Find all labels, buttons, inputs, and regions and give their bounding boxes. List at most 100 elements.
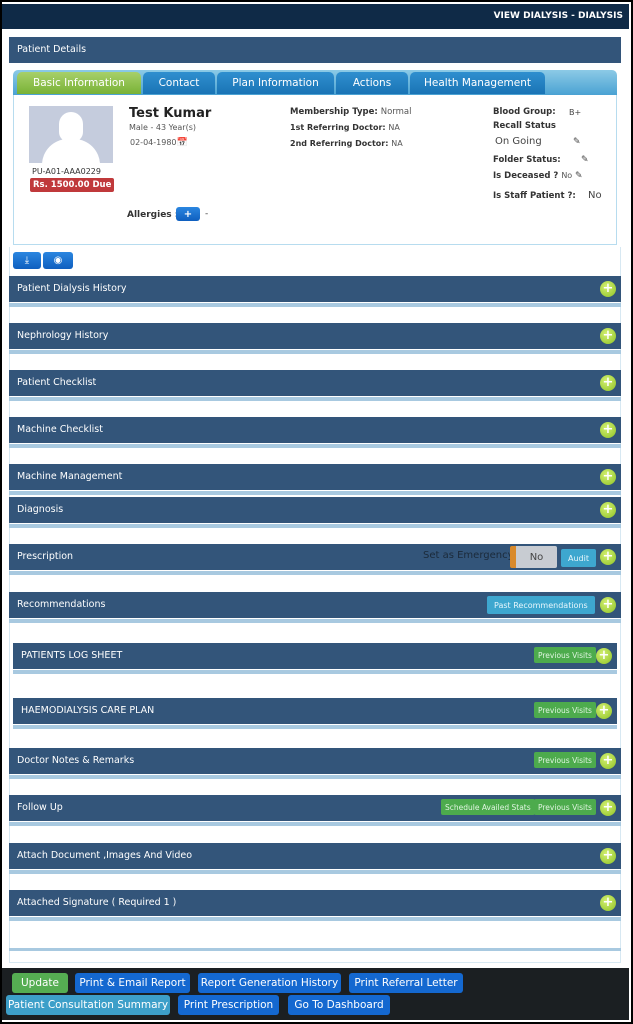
- section-divider: [9, 822, 621, 826]
- expand-plus-icon[interactable]: +: [600, 848, 616, 864]
- expand-plus-icon[interactable]: +: [596, 703, 612, 719]
- previous-visits-button[interactable]: Previous Visits: [534, 799, 596, 815]
- expand-plus-icon[interactable]: +: [600, 375, 616, 391]
- section-patient-checklist[interactable]: Patient Checklist +: [9, 370, 621, 396]
- download-button[interactable]: ⤓: [13, 252, 41, 269]
- patient-avatar: [29, 106, 113, 163]
- tab-health-management[interactable]: Health Management: [410, 72, 545, 94]
- due-badge: Rs. 1500.00 Due: [30, 178, 115, 192]
- print-referral-letter-button[interactable]: Print Referral Letter: [349, 973, 463, 993]
- emergency-toggle[interactable]: No: [510, 546, 557, 568]
- previous-visits-button[interactable]: Previous Visits: [534, 752, 596, 768]
- expand-plus-icon[interactable]: +: [600, 502, 616, 518]
- page-title: VIEW DIALYSIS - DIALYSIS: [493, 11, 623, 21]
- section-follow-up[interactable]: Follow Up Schedule Availed Stats Previou…: [9, 795, 621, 821]
- section-divider: [9, 917, 621, 921]
- blood-group-label: Blood Group:: [493, 107, 556, 117]
- deceased-value: No: [561, 171, 573, 180]
- schedule-availed-stats-button[interactable]: Schedule Availed Stats: [441, 799, 535, 815]
- section-prescription[interactable]: Prescription Set as Emergency No Audit +: [9, 544, 621, 570]
- section-patient-dialysis-history[interactable]: Patient Dialysis History +: [9, 276, 621, 302]
- page-header: VIEW DIALYSIS - DIALYSIS: [2, 4, 629, 29]
- folder-status-label: Folder Status:: [493, 155, 561, 165]
- download-icon: ⤓: [24, 255, 30, 266]
- expand-plus-icon[interactable]: +: [600, 422, 616, 438]
- section-machine-checklist[interactable]: Machine Checklist +: [9, 417, 621, 443]
- section-nephrology-history[interactable]: Nephrology History +: [9, 323, 621, 349]
- section-title: Attach Document ,Images And Video: [17, 850, 193, 861]
- audit-button[interactable]: Audit: [561, 549, 596, 567]
- past-recommendations-button[interactable]: Past Recommendations: [487, 596, 595, 614]
- section-title: Nephrology History: [17, 330, 109, 341]
- section-title: Diagnosis: [17, 504, 64, 515]
- section-haemodialysis-care-plan[interactable]: HAEMODIALYSIS CARE PLAN Previous Visits …: [13, 698, 617, 724]
- date-of-birth: 02-04-1980📅: [130, 138, 188, 148]
- section-divider: [9, 397, 621, 401]
- edit-deceased-icon[interactable]: ✎: [575, 172, 584, 181]
- avatar-head-shape: [59, 112, 83, 142]
- update-button[interactable]: Update: [12, 973, 68, 993]
- section-title: Prescription: [17, 551, 74, 562]
- go-to-dashboard-button[interactable]: Go To Dashboard: [288, 995, 390, 1015]
- tab-actions[interactable]: Actions: [336, 72, 408, 94]
- section-title: Attached Signature ( Required 1 ): [17, 897, 177, 908]
- section-patients-log-sheet[interactable]: PATIENTS LOG SHEET Previous Visits +: [13, 643, 617, 669]
- section-divider: [13, 725, 617, 729]
- section-title: PATIENTS LOG SHEET: [21, 650, 123, 661]
- expand-plus-icon[interactable]: +: [600, 800, 616, 816]
- avatar-body-shape: [42, 139, 100, 163]
- previous-visits-button[interactable]: Previous Visits: [534, 702, 596, 718]
- section-title: Follow Up: [17, 802, 63, 813]
- gender-age: Male - 43 Year(s): [129, 123, 196, 132]
- section-attached-signature[interactable]: Attached Signature ( Required 1 ) +: [9, 890, 621, 916]
- print-email-report-button[interactable]: Print & Email Report: [75, 973, 190, 993]
- section-title: Patient Checklist: [17, 377, 97, 388]
- expand-plus-icon[interactable]: +: [600, 895, 616, 911]
- tab-basic-information[interactable]: Basic Information: [17, 72, 141, 94]
- staff-patient-label: Is Staff Patient ?:: [493, 191, 576, 201]
- add-allergy-button[interactable]: +: [176, 207, 200, 221]
- expand-plus-icon[interactable]: +: [600, 469, 616, 485]
- footer-toolbar: Update Print & Email Report Report Gener…: [2, 968, 629, 1020]
- expand-plus-icon[interactable]: +: [600, 597, 616, 613]
- recall-status-label: Recall Status: [493, 121, 556, 131]
- edit-recall-icon[interactable]: ✎: [573, 138, 582, 147]
- patient-id: PU-A01-AAA0229: [32, 167, 101, 176]
- expand-plus-icon[interactable]: +: [600, 328, 616, 344]
- print-prescription-button[interactable]: Print Prescription: [178, 995, 279, 1015]
- section-title: Doctor Notes & Remarks: [17, 755, 135, 766]
- section-divider: [9, 303, 621, 307]
- second-referring-doctor: 2nd Referring Doctor: NA: [290, 139, 403, 148]
- patient-consultation-summary-button[interactable]: Patient Consultation Summary: [6, 995, 170, 1015]
- report-generation-history-button[interactable]: Report Generation History: [198, 973, 341, 993]
- section-divider: [9, 524, 621, 528]
- recall-status-value: On Going: [495, 136, 542, 147]
- set-emergency-label: Set as Emergency: [423, 550, 514, 561]
- section-machine-management[interactable]: Machine Management +: [9, 464, 621, 490]
- section-recommendations[interactable]: Recommendations Past Recommendations +: [9, 592, 621, 618]
- expand-plus-icon[interactable]: +: [600, 753, 616, 769]
- tab-plan-information[interactable]: Plan Information: [217, 72, 334, 94]
- calendar-icon[interactable]: 📅: [177, 138, 188, 148]
- section-title: HAEMODIALYSIS CARE PLAN: [21, 705, 155, 716]
- tab-contact[interactable]: Contact: [143, 72, 215, 94]
- view-button[interactable]: ◉: [43, 252, 73, 269]
- ref1-label: 1st Referring Doctor:: [290, 123, 386, 132]
- previous-visits-button[interactable]: Previous Visits: [534, 647, 596, 663]
- section-divider: [9, 775, 621, 779]
- expand-plus-icon[interactable]: +: [596, 648, 612, 664]
- section-diagnosis[interactable]: Diagnosis +: [9, 497, 621, 523]
- section-title: Patient Dialysis History: [17, 283, 127, 294]
- ref1-value: NA: [388, 123, 400, 132]
- patient-name: Test Kumar: [129, 106, 212, 121]
- membership-value: Normal: [380, 107, 412, 117]
- expand-plus-icon[interactable]: +: [600, 281, 616, 297]
- expand-plus-icon[interactable]: +: [600, 549, 616, 565]
- section-divider: [9, 444, 621, 448]
- section-attach-document[interactable]: Attach Document ,Images And Video +: [9, 843, 621, 869]
- edit-folder-icon[interactable]: ✎: [581, 156, 590, 165]
- staff-patient-value: No: [588, 190, 602, 201]
- main-content: Patient Details Basic Information Contac…: [9, 37, 621, 963]
- section-doctor-notes[interactable]: Doctor Notes & Remarks Previous Visits +: [9, 748, 621, 774]
- section-divider: [13, 670, 617, 674]
